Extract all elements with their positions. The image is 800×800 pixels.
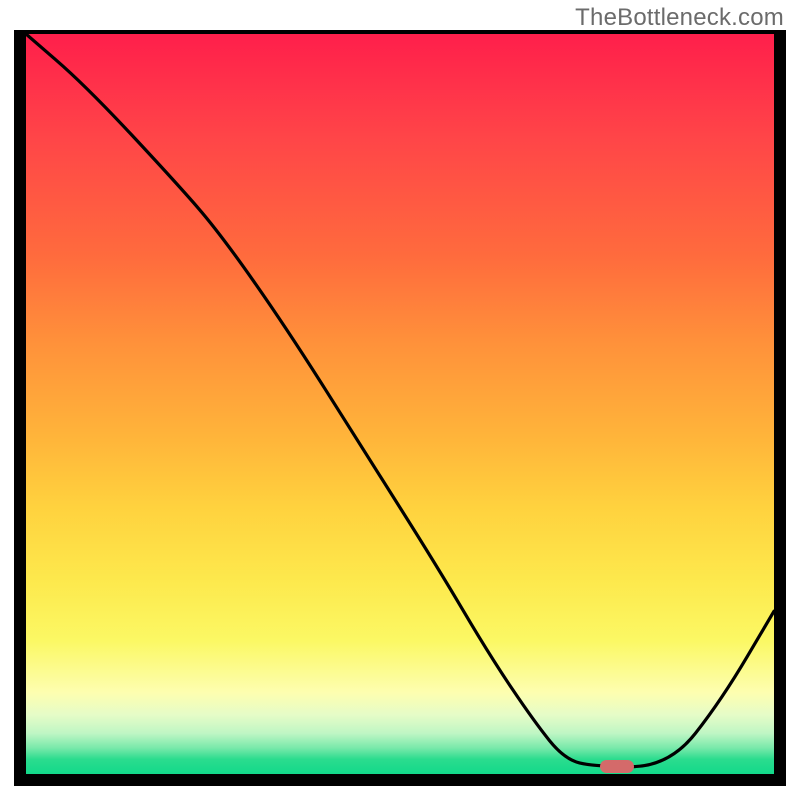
bottleneck-curve [26,34,774,767]
chart-container: TheBottleneck.com [0,0,800,800]
chart-frame [14,30,786,786]
optimal-point-marker [600,760,634,773]
plot-area [26,34,774,774]
curve-layer [26,34,774,774]
watermark-text: TheBottleneck.com [575,4,784,32]
